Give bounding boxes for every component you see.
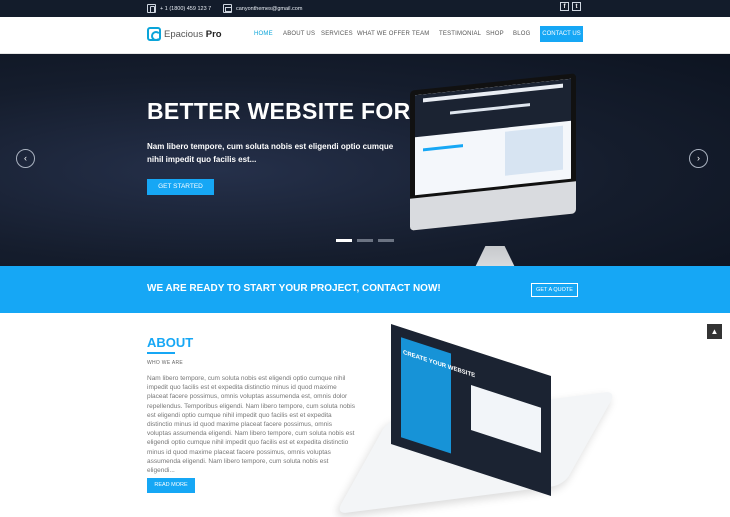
hero-slider: BETTER WEBSITE FOR. Nam libero tempore, … [0, 54, 730, 266]
monitor-image [410, 73, 576, 231]
phone-icon [147, 4, 156, 13]
top-bar: + 1 (1800) 459 123 7 canyonthemes@gmail.… [0, 0, 730, 17]
hero-subtitle: Nam libero tempore, cum soluta nobis est… [147, 142, 394, 164]
nav-team[interactable]: TEAM [412, 31, 429, 37]
facebook-icon[interactable]: f [560, 2, 569, 11]
logo-strong: Pro [205, 28, 222, 40]
scroll-to-top-icon[interactable]: ▲ [707, 324, 722, 339]
hero-title: BETTER WEBSITE FOR. [147, 98, 418, 124]
slider-dot-2[interactable] [357, 239, 373, 242]
about-underline [147, 352, 175, 354]
prev-arrow-icon[interactable]: ‹ [16, 149, 35, 168]
next-arrow-icon[interactable]: › [689, 149, 708, 168]
cta-text: WE ARE READY TO START YOUR PROJECT, CONT… [147, 283, 441, 294]
site-header: Epacious Pro HOME ABOUT US SERVICES WHAT… [0, 17, 730, 54]
slider-dot-1[interactable] [336, 239, 352, 242]
nav-blog[interactable]: BLOG [513, 31, 530, 37]
cta-band: WE ARE READY TO START YOUR PROJECT, CONT… [0, 266, 730, 313]
nav-testimonial[interactable]: TESTIMONIAL [439, 31, 481, 37]
about-body: Nam libero tempore, cum soluta nobis est… [147, 375, 355, 475]
phone-number: + 1 (1800) 459 123 7 [160, 5, 212, 12]
about-subtitle: WHO WE ARE [147, 360, 184, 366]
get-started-button[interactable]: GET STARTED [147, 179, 214, 195]
monitor-stand [463, 246, 527, 266]
nav-services[interactable]: SERVICES [321, 31, 353, 37]
phone-contact: + 1 (1800) 459 123 7 [147, 3, 211, 14]
nav-shop[interactable]: SHOP [486, 31, 504, 37]
slider-dot-3[interactable] [378, 239, 394, 242]
nav-home[interactable]: HOME [254, 31, 273, 37]
twitter-icon[interactable]: t [572, 2, 581, 11]
contact-us-button[interactable]: CONTACT US [540, 26, 583, 42]
monitor-screen [415, 78, 571, 196]
logo-main: Epacious [164, 28, 204, 40]
email-address[interactable]: canyonthemes@gmail.com [236, 6, 302, 12]
read-more-button[interactable]: READ MORE [147, 478, 195, 493]
get-a-quote-button[interactable]: GET A QUOTE [531, 283, 578, 297]
email-contact[interactable]: canyonthemes@gmail.com [223, 3, 302, 14]
about-title: ABOUT [147, 335, 194, 350]
site-logo[interactable]: Epacious Pro [147, 27, 222, 41]
nav-what-we-offer[interactable]: WHAT WE OFFER [357, 31, 410, 37]
logo-icon [147, 27, 161, 41]
tablet-illustration: CREATE YOUR WEBSITE [335, 324, 617, 515]
mail-icon [223, 4, 232, 13]
nav-about-us[interactable]: ABOUT US [283, 31, 315, 37]
logo-text: Epacious Pro [164, 29, 222, 40]
